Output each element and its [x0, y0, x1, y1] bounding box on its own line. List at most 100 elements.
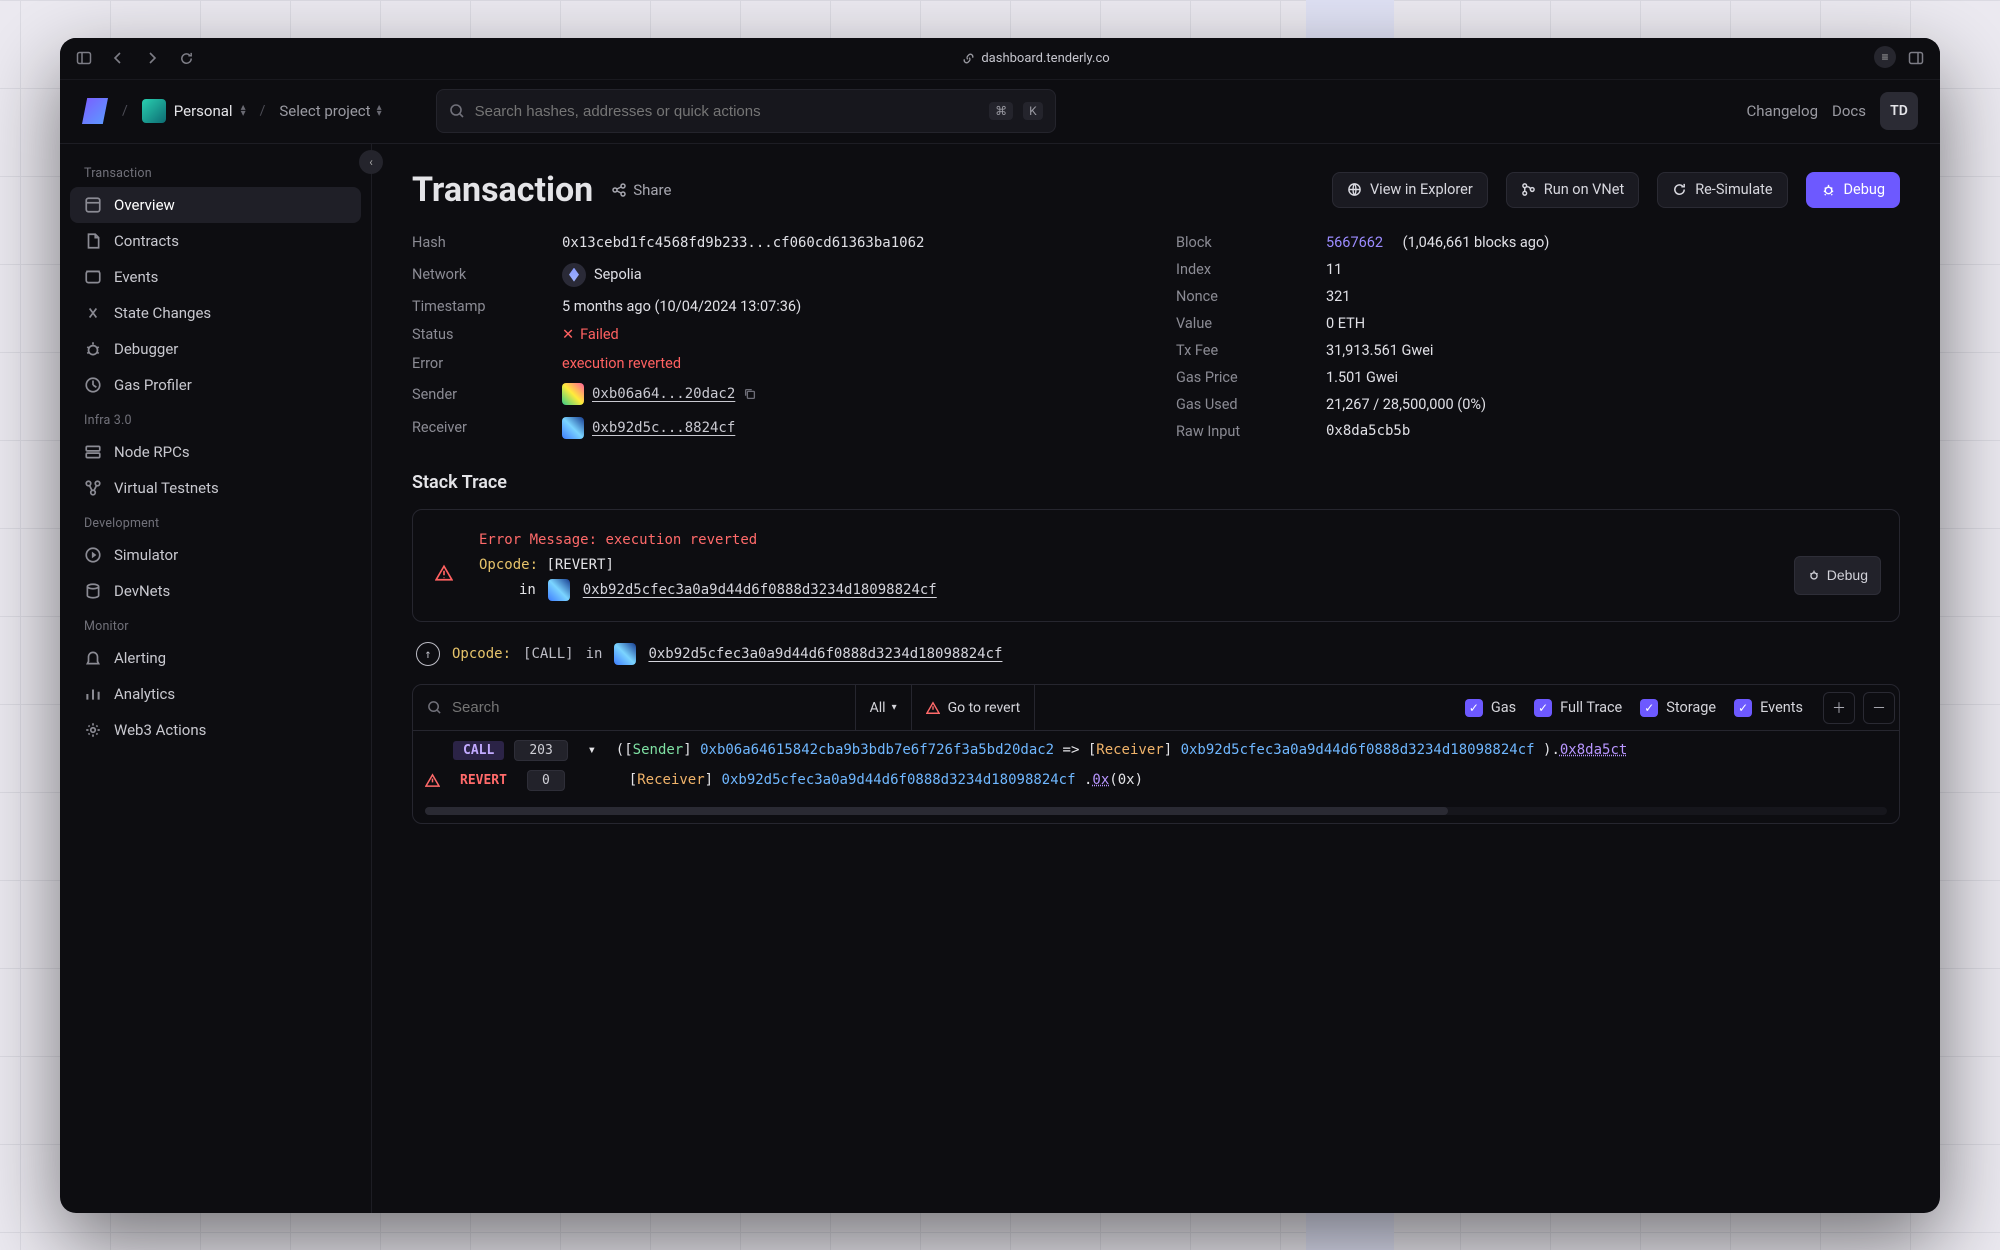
receiver-address[interactable]: 0xb92d5c...8824cf: [592, 420, 735, 436]
global-search[interactable]: ⌘ K: [436, 89, 1056, 133]
sidebar-item-label: Events: [114, 268, 158, 286]
gas-badge: 203: [514, 740, 567, 761]
tenderly-logo-icon[interactable]: [82, 98, 108, 124]
selector-hex[interactable]: 0x8da5ct: [1560, 742, 1627, 758]
collapse-all-button[interactable]: －: [1863, 692, 1895, 724]
chevron-down-icon[interactable]: ▾: [578, 742, 606, 758]
expand-all-button[interactable]: ＋: [1823, 692, 1855, 724]
btn-label: Debug: [1844, 181, 1885, 198]
kbd-k: K: [1023, 102, 1043, 120]
sidebar-toggle-icon[interactable]: [72, 46, 96, 70]
sidebar-item-label: Gas Profiler: [114, 376, 192, 394]
sidebar-item-web3-actions[interactable]: Web3 Actions: [70, 712, 361, 748]
meta-label: Nonce: [1176, 288, 1326, 305]
view-explorer-button[interactable]: View in Explorer: [1332, 172, 1488, 208]
run-vnet-button[interactable]: Run on VNet: [1506, 172, 1639, 208]
sidebar-item-alerting[interactable]: Alerting: [70, 640, 361, 676]
sidebar-item-node-rpcs[interactable]: Node RPCs: [70, 434, 361, 470]
sidebar-item-label: Debugger: [114, 340, 178, 358]
meta-label: Gas Price: [1176, 369, 1326, 386]
meta-label: Index: [1176, 261, 1326, 278]
nav-forward-icon[interactable]: [140, 46, 164, 70]
changelog-link[interactable]: Changelog: [1747, 102, 1818, 120]
sidebar-item-virtual-testnets[interactable]: Virtual Testnets: [70, 470, 361, 506]
tx-block: 5667662 (1,046,661 blocks ago): [1326, 234, 1900, 251]
trace-search[interactable]: [413, 699, 855, 716]
tx-receiver: 0xb92d5c...8824cf: [562, 417, 1136, 439]
nav-back-icon[interactable]: [106, 46, 130, 70]
receiver-address[interactable]: 0xb92d5cfec3a0a9d44d6f0888d3234d18098824…: [1181, 742, 1535, 758]
reload-icon[interactable]: [174, 46, 198, 70]
sidebar-item-devnets[interactable]: DevNets: [70, 573, 361, 609]
browser-titlebar: dashboard.tenderly.co ≡: [60, 38, 1940, 80]
sidebar-item-contracts[interactable]: Contracts: [70, 223, 361, 259]
sidebar-group-monitor: Monitor: [70, 609, 361, 640]
share-button[interactable]: Share: [611, 181, 671, 199]
selector-hex[interactable]: 0x: [1092, 772, 1109, 788]
page-title: Transaction: [412, 170, 593, 210]
url-bar[interactable]: dashboard.tenderly.co: [208, 51, 1864, 66]
trace-toolbar: All▾ Go to revert ✓Gas ✓Full Trace ✓Stor…: [413, 685, 1899, 731]
check-label: Full Trace: [1560, 699, 1622, 716]
tx-fee: 31,913.561 Gwei: [1326, 342, 1900, 359]
sidebar-item-analytics[interactable]: Analytics: [70, 676, 361, 712]
resimulate-button[interactable]: Re-Simulate: [1657, 172, 1787, 208]
stack-address[interactable]: 0xb92d5cfec3a0a9d44d6f0888d3234d18098824…: [583, 582, 937, 598]
check-gas[interactable]: ✓Gas: [1465, 699, 1516, 717]
sender-address[interactable]: 0xb06a64...20dac2: [592, 386, 735, 402]
project-switcher[interactable]: Select project ▴▾: [279, 102, 381, 120]
trace-search-input[interactable]: [452, 699, 841, 716]
btn-label: Go to revert: [948, 700, 1021, 716]
goto-revert-button[interactable]: Go to revert: [912, 685, 1036, 730]
sender-tag: Sender: [633, 742, 684, 758]
arrow-up-icon[interactable]: ↑: [416, 642, 440, 666]
check-storage[interactable]: ✓Storage: [1640, 699, 1716, 717]
trace-row-call[interactable]: CALL 203 ▾ ([Sender] 0xb06a64615842cba9b…: [425, 735, 1887, 765]
docs-link[interactable]: Docs: [1832, 102, 1866, 120]
tx-hash[interactable]: 0x13cebd1fc4568fd9b233...cf060cd61363ba1…: [562, 235, 1136, 251]
meta-label: Network: [412, 266, 562, 283]
extension-icon[interactable]: ≡: [1874, 46, 1896, 68]
check-label: Gas: [1491, 699, 1516, 716]
check-events[interactable]: ✓Events: [1734, 699, 1803, 717]
up-down-icon: ▴▾: [377, 105, 382, 117]
sidebar-item-overview[interactable]: Overview: [70, 187, 361, 223]
sidebar-item-state-changes[interactable]: State Changes: [70, 295, 361, 331]
stack-debug-button[interactable]: Debug: [1794, 556, 1881, 595]
lock-icon: [962, 52, 975, 65]
btn-label: Re-Simulate: [1695, 181, 1772, 198]
status-text: Failed: [580, 326, 619, 343]
receiver-address[interactable]: 0xb92d5cfec3a0a9d44d6f0888d3234d18098824…: [722, 772, 1076, 788]
sidebar-item-events[interactable]: Events: [70, 259, 361, 295]
panel-right-icon[interactable]: [1904, 46, 1928, 70]
main-content: Transaction Share View in Explorer Run o…: [372, 144, 1940, 1213]
crumb-sep: /: [122, 103, 128, 119]
sender-address[interactable]: 0xb06a64615842cba9b3bdb7e6f726f3a5bd20da…: [700, 742, 1054, 758]
user-avatar[interactable]: TD: [1880, 92, 1918, 130]
search-input[interactable]: [475, 103, 979, 120]
tx-value: 0 ETH: [1326, 315, 1900, 332]
search-icon: [427, 700, 442, 715]
debug-button[interactable]: Debug: [1806, 172, 1900, 208]
opcode-value: [CALL]: [523, 646, 574, 662]
sidebar-item-simulator[interactable]: Simulator: [70, 537, 361, 573]
sidebar-collapse-button[interactable]: ‹: [359, 150, 383, 174]
sidebar-item-debugger[interactable]: Debugger: [70, 331, 361, 367]
app-header: / Personal ▴▾ / Select project ▴▾ ⌘ K Ch…: [60, 80, 1940, 144]
url-text: dashboard.tenderly.co: [981, 51, 1109, 66]
warning-icon: [425, 773, 440, 788]
kbd-cmd: ⌘: [989, 102, 1013, 120]
check-full-trace[interactable]: ✓Full Trace: [1534, 699, 1622, 717]
copy-icon[interactable]: [743, 387, 757, 401]
trace-row-revert[interactable]: REVERT 0 [Receiver] 0xb92d5cfec3a0a9d44d…: [425, 765, 1887, 795]
crumb-sep: /: [260, 103, 266, 119]
call-address[interactable]: 0xb92d5cfec3a0a9d44d6f0888d3234d18098824…: [648, 646, 1002, 662]
share-icon: [611, 182, 627, 198]
trace-filter-select[interactable]: All▾: [855, 685, 912, 730]
sidebar-item-gas-profiler[interactable]: Gas Profiler: [70, 367, 361, 403]
horizontal-scrollbar[interactable]: [425, 807, 1887, 815]
sidebar-group-infra: Infra 3.0: [70, 403, 361, 434]
meta-label: Block: [1176, 234, 1326, 251]
block-link[interactable]: 5667662: [1326, 234, 1383, 251]
org-switcher[interactable]: Personal ▴▾: [142, 99, 246, 123]
